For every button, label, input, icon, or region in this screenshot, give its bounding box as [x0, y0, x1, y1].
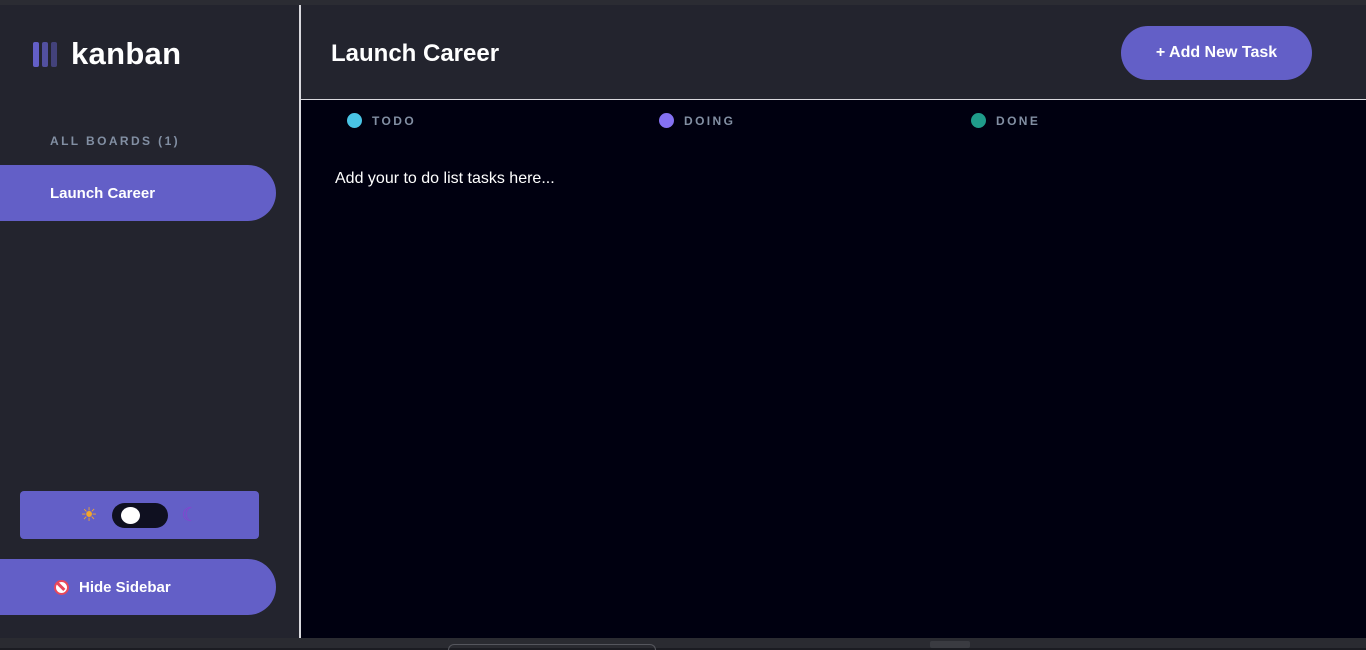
- taskbar-item: [930, 641, 970, 648]
- page-title: Launch Career: [331, 40, 500, 67]
- column-doing: DOING: [659, 113, 735, 128]
- kanban-logo-icon: [33, 41, 57, 67]
- taskbar-tab: [448, 644, 656, 650]
- todo-dot-icon: [347, 113, 362, 128]
- column-label: DONE: [996, 113, 1041, 128]
- kanban-app: kanban ALL BOARDS (1) Launch Career ☀ ☾ …: [0, 5, 1366, 638]
- done-dot-icon: [971, 113, 986, 128]
- toggle-knob: [120, 506, 140, 524]
- sidebar-item-label: Launch Career: [50, 184, 156, 202]
- empty-board-message: Add your to do list tasks here...: [335, 170, 555, 187]
- add-new-task-button[interactable]: + Add New Task: [1121, 26, 1312, 80]
- all-boards-heading: ALL BOARDS (1): [50, 134, 181, 148]
- column-label: DOING: [684, 113, 736, 128]
- app-name: kanban: [71, 36, 182, 71]
- sidebar: kanban ALL BOARDS (1) Launch Career ☀ ☾ …: [0, 5, 299, 638]
- column-label: TODO: [372, 113, 417, 128]
- column-done: DONE: [971, 113, 1040, 128]
- taskbar-strip: [0, 638, 1366, 648]
- app-logo: kanban: [33, 36, 181, 72]
- column-todo: TODO: [347, 113, 416, 128]
- doing-dot-icon: [659, 113, 674, 128]
- hide-sidebar-button[interactable]: Hide Sidebar: [0, 559, 276, 615]
- moon-icon: ☾: [181, 504, 199, 526]
- board-area: Launch Career + Add New Task TODO DOING …: [301, 5, 1366, 638]
- no-entry-icon: [54, 579, 69, 595]
- sidebar-item-launch-career[interactable]: Launch Career: [0, 165, 276, 221]
- theme-toggle[interactable]: [111, 502, 168, 528]
- theme-switcher: ☀ ☾: [20, 491, 259, 539]
- board-header: Launch Career + Add New Task: [301, 5, 1366, 100]
- sun-icon: ☀: [80, 504, 98, 526]
- hide-sidebar-label: Hide Sidebar: [79, 578, 171, 596]
